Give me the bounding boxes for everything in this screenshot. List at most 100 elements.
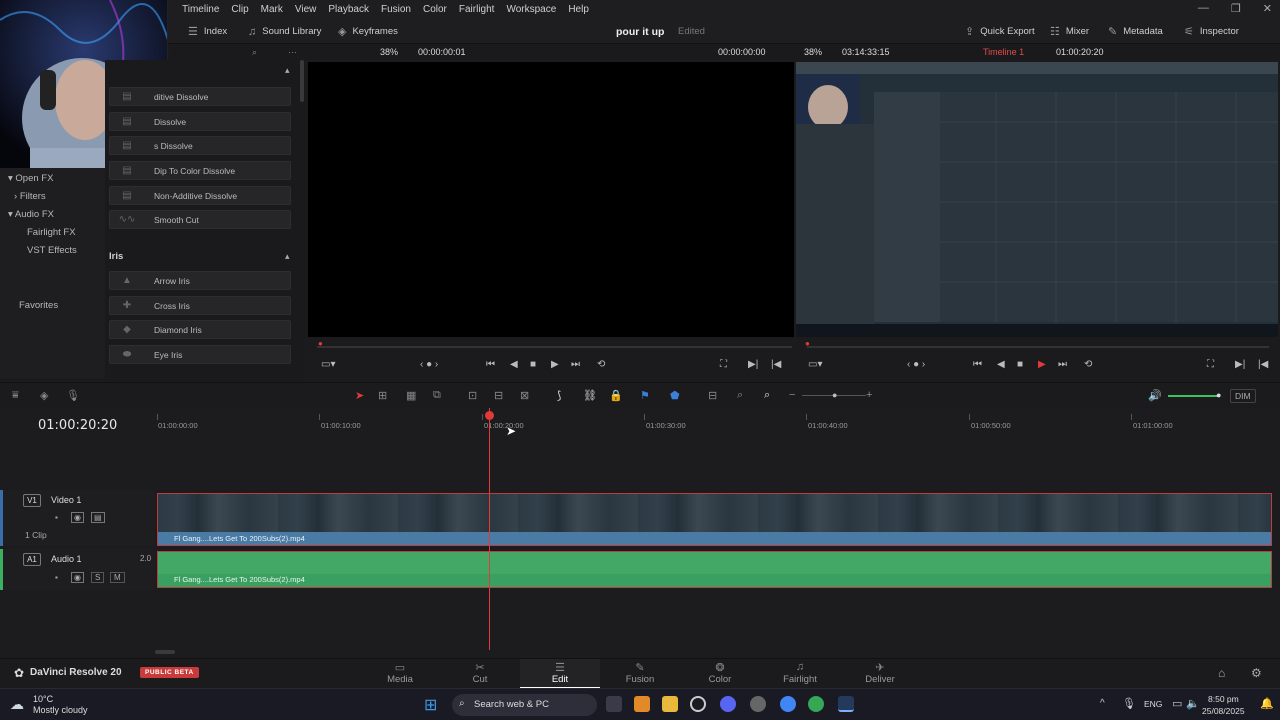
fx-blur-dissolve[interactable]: ▤ Dissolve bbox=[109, 112, 291, 131]
timeline-scrollbar[interactable] bbox=[155, 650, 175, 654]
category-fairlight-fx[interactable]: Fairlight FX bbox=[27, 227, 76, 238]
skip-forward-icon-2[interactable]: ⏭ bbox=[1058, 359, 1067, 370]
video-track-header[interactable]: V1 Video 1 ▪ ◉ ▤ 1 Clip bbox=[0, 490, 155, 546]
volume-icon[interactable]: 🔊 bbox=[1148, 389, 1162, 402]
maximize-icon[interactable]: ❐ bbox=[1231, 2, 1241, 15]
page-cut[interactable]: ✂ Cut bbox=[440, 659, 520, 689]
play-icon[interactable]: ▶ bbox=[551, 359, 559, 370]
track-badge-a1[interactable]: A1 bbox=[23, 553, 41, 566]
close-icon[interactable]: ✕ bbox=[1263, 2, 1272, 15]
inspector-button[interactable]: ⚟ Inspector bbox=[1184, 20, 1239, 44]
fx-scrollbar[interactable] bbox=[300, 60, 304, 102]
zoom-slider-handle[interactable]: ● bbox=[832, 390, 837, 400]
prev-frame-icon[interactable]: |◀ bbox=[771, 359, 781, 370]
fx-dip-to-color-dissolve[interactable]: ▤ Dip To Color Dissolve bbox=[109, 161, 291, 180]
speaker-icon[interactable]: 🔈 bbox=[1186, 697, 1200, 710]
position-lock-icon[interactable]: 🔒 bbox=[609, 389, 623, 402]
keyframes-button[interactable]: ◈ Keyframes bbox=[338, 20, 398, 44]
weather-temperature[interactable]: 10°C bbox=[33, 694, 53, 704]
weather-description[interactable]: Mostly cloudy bbox=[33, 705, 88, 715]
source-scrubber[interactable] bbox=[317, 346, 792, 348]
viewer-options-icon-2[interactable]: ▭▾ bbox=[808, 359, 822, 370]
show-hidden-icons[interactable]: ^ bbox=[1100, 698, 1105, 709]
solo-button[interactable]: S bbox=[91, 572, 105, 583]
taskbar-search[interactable]: Search web & PC bbox=[452, 694, 597, 716]
file-explorer-icon[interactable] bbox=[662, 696, 678, 712]
category-favorites[interactable]: Favorites bbox=[19, 300, 58, 311]
menu-playback[interactable]: Playback bbox=[322, 0, 375, 20]
fx-cross-iris[interactable]: ✚ Cross Iris bbox=[109, 296, 291, 315]
sound-library-button[interactable]: ♫ Sound Library bbox=[248, 20, 321, 44]
page-fairlight[interactable]: ♫ Fairlight bbox=[760, 659, 840, 689]
microphone-icon[interactable]: 🎙 bbox=[66, 389, 80, 402]
insert-clip-icon[interactable]: ⊡ bbox=[468, 389, 477, 402]
discord-icon[interactable] bbox=[720, 696, 736, 712]
notifications-icon[interactable]: 🔔 bbox=[1260, 697, 1274, 710]
trim-tool-icon[interactable]: ⊞ bbox=[378, 389, 387, 402]
audio-meter-icon[interactable]: ◈ bbox=[40, 389, 48, 402]
timeline-selector[interactable]: Timeline 1 bbox=[983, 44, 1024, 60]
play-icon-2[interactable]: ▶ bbox=[1038, 359, 1046, 370]
menu-clip[interactable]: Clip bbox=[225, 0, 254, 20]
source-playhead-icon[interactable]: ● bbox=[318, 339, 323, 348]
source-viewer[interactable] bbox=[308, 62, 794, 337]
play-reverse-icon-2[interactable]: ◀ bbox=[997, 359, 1005, 370]
obs-icon[interactable] bbox=[690, 696, 706, 712]
menu-workspace[interactable]: Workspace bbox=[500, 0, 562, 20]
quick-export-button[interactable]: ⇪ Quick Export bbox=[965, 20, 1035, 44]
mixer-button[interactable]: ☷ Mixer bbox=[1050, 20, 1089, 44]
track-name-video[interactable]: Video 1 bbox=[51, 495, 81, 505]
prev-frame-icon-2[interactable]: |◀ bbox=[1258, 359, 1268, 370]
audio-clip[interactable]: Fl Gang....Lets Get To 200Subs(2).mp4 bbox=[157, 551, 1272, 588]
audio-track-header[interactable]: A1 Audio 1 2.0 ▪ ◉ S M bbox=[0, 549, 155, 590]
blade-tool-icon[interactable]: ▦ bbox=[406, 389, 416, 402]
fx-non-additive-dissolve[interactable]: ▤ Non-Additive Dissolve bbox=[109, 186, 291, 205]
timeline-ruler[interactable]: 01:00:00:00 01:00:10:00 01:00:20:00 01:0… bbox=[155, 408, 1280, 438]
volume-slider-handle[interactable]: ● bbox=[1216, 390, 1221, 400]
menu-view[interactable]: View bbox=[289, 0, 323, 20]
flag-icon[interactable]: ⚑ bbox=[640, 389, 650, 402]
minimize-icon[interactable]: — bbox=[1198, 2, 1209, 15]
skip-forward-icon[interactable]: ⏭ bbox=[571, 359, 580, 370]
davinci-taskbar-icon[interactable] bbox=[838, 696, 854, 712]
fx-cross-dissolve[interactable]: ▤ s Dissolve bbox=[109, 136, 291, 155]
microphone-tray-icon[interactable]: 🎙 bbox=[1122, 697, 1136, 710]
next-frame-icon-2[interactable]: ▶| bbox=[1235, 359, 1245, 370]
source-zoom[interactable]: 38% bbox=[380, 44, 398, 60]
stop-icon-2[interactable]: ■ bbox=[1017, 359, 1023, 370]
viewer-options-icon[interactable]: ▭▾ bbox=[321, 359, 335, 370]
playhead-line[interactable] bbox=[489, 408, 490, 650]
page-media[interactable]: ▭ Media bbox=[360, 659, 440, 689]
track-name-audio[interactable]: Audio 1 bbox=[51, 554, 82, 564]
home-icon[interactable]: ⌂ bbox=[1218, 666, 1225, 680]
track-badge-v1[interactable]: V1 bbox=[23, 494, 41, 507]
disable-track-icon[interactable]: ▤ bbox=[91, 512, 105, 523]
match-frame-icon[interactable]: ⛶ bbox=[720, 359, 727, 370]
index-button[interactable]: ☰ Index bbox=[188, 20, 227, 44]
timeline-scrubber[interactable] bbox=[807, 346, 1269, 348]
video-clip[interactable]: Fl Gang....Lets Get To 200Subs(2).mp4 bbox=[157, 493, 1272, 546]
chrome-icon[interactable] bbox=[780, 696, 796, 712]
playhead-handle[interactable] bbox=[485, 411, 494, 420]
windows-start-icon[interactable]: ⊞ bbox=[424, 695, 437, 715]
menu-help[interactable]: Help bbox=[562, 0, 595, 20]
clock-date[interactable]: 25/08/2025 bbox=[1202, 706, 1245, 716]
fx-eye-iris[interactable]: ⬬ Eye Iris bbox=[109, 345, 291, 364]
category-filters[interactable]: › Filters bbox=[14, 191, 46, 202]
lock-audio-track-icon[interactable]: ▪ bbox=[55, 573, 58, 582]
skip-back-icon[interactable]: ⏮ bbox=[486, 359, 495, 370]
dynamic-trim-icon[interactable]: ⧉ bbox=[433, 389, 441, 402]
auto-select-audio-icon[interactable]: ◉ bbox=[71, 572, 84, 583]
metadata-button[interactable]: ✎ Metadata bbox=[1108, 20, 1163, 44]
jog-wheel-icon-2[interactable]: ‹ ● › bbox=[907, 359, 925, 370]
more-options-icon[interactable]: ··· bbox=[288, 44, 297, 60]
loop-icon[interactable]: ⟲ bbox=[597, 359, 605, 370]
fx-diamond-iris[interactable]: ◆ Diamond Iris bbox=[109, 320, 291, 339]
collapse-icon[interactable]: ▴ bbox=[285, 65, 290, 76]
page-color[interactable]: ❂ Color bbox=[680, 659, 760, 689]
dim-button[interactable]: DIM bbox=[1230, 389, 1256, 403]
network-icon[interactable]: ▭ bbox=[1172, 697, 1182, 710]
clock-time[interactable]: 8:50 pm bbox=[1208, 694, 1239, 704]
category-vst-effects[interactable]: VST Effects bbox=[27, 245, 77, 256]
category-audio-fx[interactable]: ▾ Audio FX bbox=[8, 209, 54, 220]
